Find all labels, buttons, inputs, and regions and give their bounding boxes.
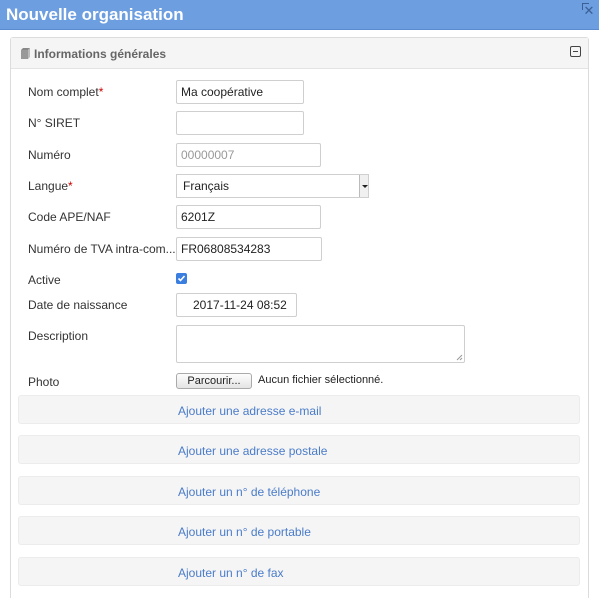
ape-input[interactable]: 6201Z [176,205,321,229]
tva-input[interactable]: FR06808534283 [176,237,322,261]
langue-select[interactable]: Français [176,174,369,198]
window-titlebar: Nouvelle organisation ✕ [0,0,599,30]
active-label: Active [28,273,61,287]
check-icon [177,275,186,282]
panel-header[interactable]: Informations générales [11,38,588,69]
close-icon[interactable]: ✕ [581,2,597,20]
description-label: Description [28,329,89,343]
langue-label: Langue* [28,179,73,193]
add-phone-row[interactable]: Ajouter un n° de téléphone [18,476,580,505]
add-postal-link[interactable]: Ajouter une adresse postale [178,444,327,458]
siret-input[interactable] [176,111,304,135]
tva-label: Numéro de TVA intra-com... [28,242,176,256]
panel-title: Informations générales [34,47,167,61]
ape-label: Code APE/NAF [28,210,111,224]
window-title: Nouvelle organisation [6,5,184,24]
add-fax-row[interactable]: Ajouter un n° de fax [18,557,580,586]
file-status: Aucun fichier sélectionné. [258,374,384,386]
chevron-down-icon [359,175,368,197]
siret-label: N° SIRET [28,116,81,130]
nom-complet-label: Nom complet* [28,85,104,99]
date-label: Date de naissance [28,298,128,312]
add-email-link[interactable]: Ajouter une adresse e-mail [178,404,321,418]
numero-input: 00000007 [176,143,321,167]
date-input[interactable]: 2017-11-24 08:52 [176,293,297,317]
add-mobile-row[interactable]: Ajouter un n° de portable [18,516,580,545]
add-mobile-link[interactable]: Ajouter un n° de portable [178,525,311,539]
active-checkbox[interactable] [176,273,187,284]
add-email-row[interactable]: Ajouter une adresse e-mail [18,395,580,424]
description-textarea[interactable] [176,325,465,363]
minus-square-icon[interactable] [570,46,581,57]
add-postal-row[interactable]: Ajouter une adresse postale [18,435,580,464]
add-phone-link[interactable]: Ajouter un n° de téléphone [178,485,320,499]
browse-button[interactable]: Parcourir... [176,373,252,389]
photo-label: Photo [28,375,60,389]
book-icon [21,48,30,59]
langue-selected-value: Français [183,179,230,193]
nom-complet-input[interactable]: Ma coopérative [176,80,304,104]
resize-grip-icon[interactable] [456,354,463,361]
numero-label: Numéro [28,148,71,162]
add-fax-link[interactable]: Ajouter un n° de fax [178,566,284,580]
